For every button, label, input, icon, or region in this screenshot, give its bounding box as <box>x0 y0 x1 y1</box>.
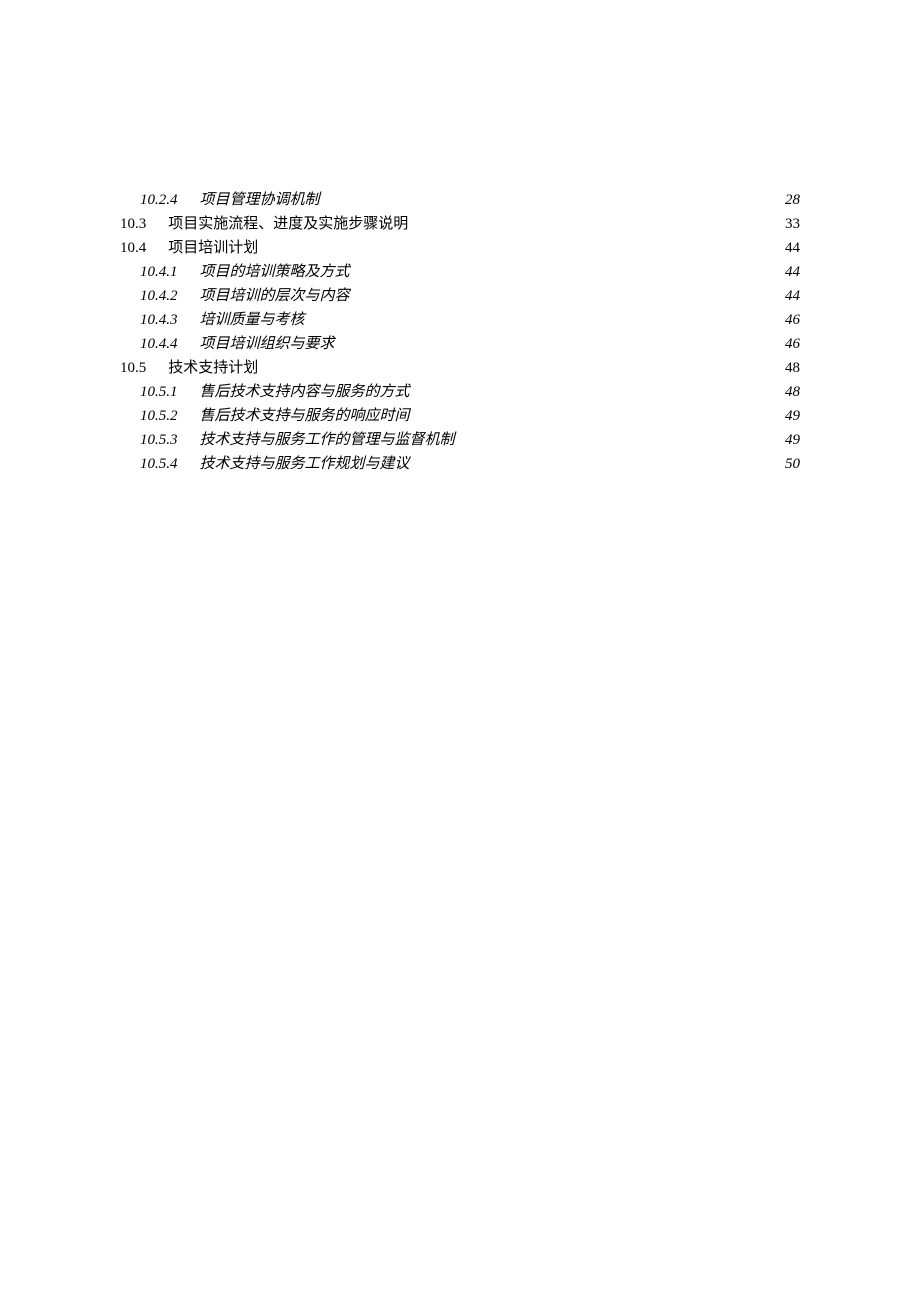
toc-entry-page: 49 <box>776 428 800 452</box>
toc-entry-title: 技术支持计划 <box>168 356 258 380</box>
toc-entry-page: 48 <box>776 356 800 380</box>
toc-entry-number: 10.5.4 <box>140 452 178 476</box>
toc-entry-title: 技术支持与服务工作的管理与监督机制 <box>200 428 455 452</box>
toc-entry: 10.4.2 项目培训的层次与内容 44 <box>120 284 800 308</box>
toc-entry: 10.5.4 技术支持与服务工作规划与建议 50 <box>120 452 800 476</box>
toc-entry: 10.5.2 售后技术支持与服务的响应时间 49 <box>120 404 800 428</box>
toc-entry-title: 项目培训计划 <box>168 236 258 260</box>
toc-entry-number: 10.5.3 <box>140 428 178 452</box>
toc-entry: 10.2.4 项目管理协调机制 28 <box>120 188 800 212</box>
toc-entry-page: 46 <box>776 332 800 356</box>
toc-entry-title: 售后技术支持内容与服务的方式 <box>200 380 410 404</box>
toc-entry-page: 33 <box>776 212 800 236</box>
toc-entry: 10.4.4 项目培训组织与要求 46 <box>120 332 800 356</box>
toc-entry-page: 44 <box>776 236 800 260</box>
toc-entry: 10.4 项目培训计划 44 <box>120 236 800 260</box>
toc-entry-page: 48 <box>776 380 800 404</box>
toc-entry-page: 49 <box>776 404 800 428</box>
toc-entry: 10.4.3 培训质量与考核 46 <box>120 308 800 332</box>
toc-entry-page: 44 <box>776 284 800 308</box>
toc-entry-title: 项目的培训策略及方式 <box>200 260 350 284</box>
toc-entry-number: 10.5.1 <box>140 380 178 404</box>
toc-entry-number: 10.4.3 <box>140 308 178 332</box>
document-page: 10.2.4 项目管理协调机制 28 10.3 项目实施流程、进度及实施步骤说明… <box>0 0 920 476</box>
toc-entry: 10.4.1 项目的培训策略及方式 44 <box>120 260 800 284</box>
toc-entry-page: 50 <box>776 452 800 476</box>
toc-entry-title: 售后技术支持与服务的响应时间 <box>200 404 410 428</box>
toc-entry-title: 技术支持与服务工作规划与建议 <box>200 452 410 476</box>
toc-entry: 10.5.3 技术支持与服务工作的管理与监督机制 49 <box>120 428 800 452</box>
toc-entry-title: 项目培训的层次与内容 <box>200 284 350 308</box>
toc-entry: 10.5 技术支持计划 48 <box>120 356 800 380</box>
toc-entry-page: 28 <box>776 188 800 212</box>
toc-entry-page: 46 <box>776 308 800 332</box>
toc-entry-title: 项目管理协调机制 <box>200 188 320 212</box>
toc-entry-number: 10.5 <box>120 356 146 380</box>
toc-entry-title: 项目实施流程、进度及实施步骤说明 <box>168 212 408 236</box>
toc-entry-title: 培训质量与考核 <box>200 308 305 332</box>
toc-entry-number: 10.3 <box>120 212 146 236</box>
toc-entry-number: 10.4 <box>120 236 146 260</box>
toc-entry: 10.3 项目实施流程、进度及实施步骤说明 33 <box>120 212 800 236</box>
toc-entry-number: 10.4.1 <box>140 260 178 284</box>
toc-entry-number: 10.5.2 <box>140 404 178 428</box>
toc-entry: 10.5.1 售后技术支持内容与服务的方式 48 <box>120 380 800 404</box>
toc-entry-number: 10.2.4 <box>140 188 178 212</box>
toc-entry-title: 项目培训组织与要求 <box>200 332 335 356</box>
toc-entry-number: 10.4.2 <box>140 284 178 308</box>
toc-entry-number: 10.4.4 <box>140 332 178 356</box>
toc-entry-page: 44 <box>776 260 800 284</box>
